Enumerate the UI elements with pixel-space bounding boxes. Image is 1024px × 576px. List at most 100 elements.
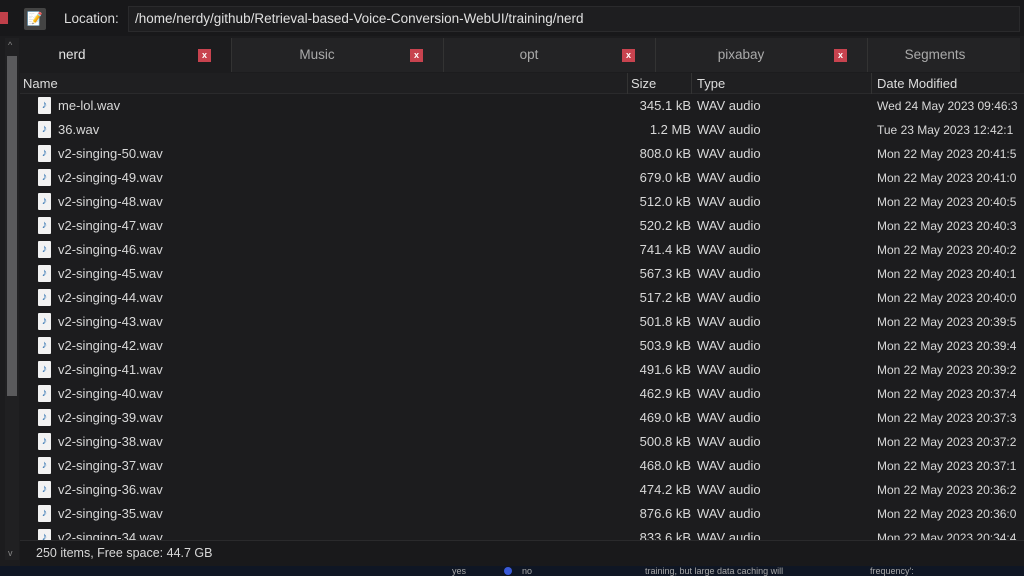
file-row[interactable]: ♪ v2-singing-37.wav 468.0 kB WAV audio M… bbox=[20, 454, 1024, 478]
audio-file-icon: ♪ bbox=[38, 481, 51, 498]
audio-file-icon: ♪ bbox=[38, 217, 51, 234]
file-row[interactable]: ♪ v2-singing-48.wav 512.0 kB WAV audio M… bbox=[20, 190, 1024, 214]
close-tab-icon[interactable]: x bbox=[622, 49, 635, 62]
file-row[interactable]: ♪ v2-singing-45.wav 567.3 kB WAV audio M… bbox=[20, 262, 1024, 286]
file-row[interactable]: ♪ v2-singing-42.wav 503.9 kB WAV audio M… bbox=[20, 334, 1024, 358]
file-name: v2-singing-38.wav bbox=[58, 434, 163, 449]
file-row[interactable]: ♪ v2-singing-41.wav 491.6 kB WAV audio M… bbox=[20, 358, 1024, 382]
column-divider[interactable] bbox=[691, 73, 692, 94]
file-type: WAV audio bbox=[697, 506, 761, 521]
close-tab-icon[interactable]: x bbox=[198, 49, 211, 62]
file-type: WAV audio bbox=[697, 482, 761, 497]
close-tab-icon[interactable]: x bbox=[834, 49, 847, 62]
radio-icon bbox=[504, 567, 512, 575]
audio-file-icon: ♪ bbox=[38, 289, 51, 306]
scrollbar-thumb[interactable] bbox=[7, 56, 17, 396]
audio-file-icon: ♪ bbox=[38, 169, 51, 186]
file-row[interactable]: ♪ v2-singing-39.wav 469.0 kB WAV audio M… bbox=[20, 406, 1024, 430]
file-type: WAV audio bbox=[697, 122, 761, 137]
file-date: Mon 22 May 2023 20:40:1 bbox=[877, 267, 1017, 281]
file-size: 876.6 kB bbox=[639, 506, 691, 521]
file-type: WAV audio bbox=[697, 290, 761, 305]
file-size: 567.3 kB bbox=[639, 266, 691, 281]
file-type: WAV audio bbox=[697, 266, 761, 281]
close-icon[interactable] bbox=[0, 12, 8, 24]
file-date: Mon 22 May 2023 20:37:3 bbox=[877, 411, 1017, 425]
audio-file-icon: ♪ bbox=[38, 313, 51, 330]
column-header-name[interactable]: Name bbox=[23, 76, 58, 91]
file-name: v2-singing-44.wav bbox=[58, 290, 163, 305]
audio-file-icon: ♪ bbox=[38, 505, 51, 522]
file-row[interactable]: ♪ v2-singing-44.wav 517.2 kB WAV audio M… bbox=[20, 286, 1024, 310]
tab-label: opt bbox=[519, 47, 539, 62]
file-row[interactable]: ♪ v2-singing-36.wav 474.2 kB WAV audio M… bbox=[20, 478, 1024, 502]
tab-music[interactable]: Music x bbox=[232, 38, 444, 72]
file-date: Mon 22 May 2023 20:37:1 bbox=[877, 459, 1017, 473]
file-row[interactable]: ♪ 36.wav 1.2 MB WAV audio Tue 23 May 202… bbox=[20, 118, 1024, 142]
tab-label: pixabay bbox=[717, 47, 765, 62]
location-label: Location: bbox=[64, 11, 119, 26]
scroll-down-icon[interactable]: v bbox=[8, 548, 13, 558]
tab-nerd[interactable]: nerd x bbox=[20, 38, 232, 72]
background-text: no bbox=[522, 566, 533, 576]
audio-file-icon: ♪ bbox=[38, 361, 51, 378]
file-row[interactable]: ♪ me-lol.wav 345.1 kB WAV audio Wed 24 M… bbox=[20, 94, 1024, 118]
audio-file-icon: ♪ bbox=[38, 385, 51, 402]
file-size: 512.0 kB bbox=[639, 194, 691, 209]
file-name: v2-singing-48.wav bbox=[58, 194, 163, 209]
tab-pixabay[interactable]: pixabay x bbox=[656, 38, 868, 72]
file-type: WAV audio bbox=[697, 386, 761, 401]
column-divider[interactable] bbox=[627, 73, 628, 94]
file-row[interactable]: ♪ v2-singing-35.wav 876.6 kB WAV audio M… bbox=[20, 502, 1024, 526]
file-size: 462.9 kB bbox=[639, 386, 691, 401]
audio-file-icon: ♪ bbox=[38, 97, 51, 114]
audio-file-icon: ♪ bbox=[38, 193, 51, 210]
file-name: v2-singing-49.wav bbox=[58, 170, 163, 185]
file-name: v2-singing-36.wav bbox=[58, 482, 163, 497]
file-name: v2-singing-46.wav bbox=[58, 242, 163, 257]
file-size: 491.6 kB bbox=[639, 362, 691, 377]
close-tab-icon[interactable]: x bbox=[410, 49, 423, 62]
column-divider[interactable] bbox=[871, 73, 872, 94]
status-bar: 250 items, Free space: 44.7 GB bbox=[20, 540, 1024, 566]
file-date: Mon 22 May 2023 20:40:5 bbox=[877, 195, 1017, 209]
file-row[interactable]: ♪ v2-singing-47.wav 520.2 kB WAV audio M… bbox=[20, 214, 1024, 238]
tab-label: Music bbox=[299, 47, 335, 62]
file-type: WAV audio bbox=[697, 434, 761, 449]
column-header-type[interactable]: Type bbox=[697, 76, 725, 91]
file-name: v2-singing-47.wav bbox=[58, 218, 163, 233]
edit-location-button[interactable]: 📝 bbox=[24, 8, 46, 30]
file-name: v2-singing-39.wav bbox=[58, 410, 163, 425]
file-type: WAV audio bbox=[697, 314, 761, 329]
file-row[interactable]: ♪ v2-singing-38.wav 500.8 kB WAV audio M… bbox=[20, 430, 1024, 454]
file-row[interactable]: ♪ v2-singing-43.wav 501.8 kB WAV audio M… bbox=[20, 310, 1024, 334]
file-date: Mon 22 May 2023 20:40:0 bbox=[877, 291, 1017, 305]
file-date: Mon 22 May 2023 20:36:2 bbox=[877, 483, 1017, 497]
file-row[interactable]: ♪ v2-singing-46.wav 741.4 kB WAV audio M… bbox=[20, 238, 1024, 262]
scrollbar[interactable]: ^ v bbox=[5, 38, 19, 560]
file-date: Mon 22 May 2023 20:41:5 bbox=[877, 147, 1017, 161]
file-size: 741.4 kB bbox=[639, 242, 691, 257]
column-header-size[interactable]: Size bbox=[631, 76, 656, 91]
file-date: Tue 23 May 2023 12:42:1 bbox=[877, 123, 1014, 137]
file-size: 808.0 kB bbox=[639, 146, 691, 161]
file-name: 36.wav bbox=[58, 122, 100, 137]
file-size: 501.8 kB bbox=[639, 314, 691, 329]
tab-segments[interactable]: Segments bbox=[868, 38, 1020, 72]
file-type: WAV audio bbox=[697, 338, 761, 353]
file-row[interactable]: ♪ v2-singing-49.wav 679.0 kB WAV audio M… bbox=[20, 166, 1024, 190]
tab-opt[interactable]: opt x bbox=[444, 38, 656, 72]
audio-file-icon: ♪ bbox=[38, 433, 51, 450]
file-name: v2-singing-41.wav bbox=[58, 362, 163, 377]
status-text: 250 items, Free space: 44.7 GB bbox=[36, 546, 213, 560]
scroll-up-icon[interactable]: ^ bbox=[8, 40, 12, 50]
file-row[interactable]: ♪ v2-singing-50.wav 808.0 kB WAV audio M… bbox=[20, 142, 1024, 166]
file-size: 520.2 kB bbox=[639, 218, 691, 233]
file-size: 1.2 MB bbox=[649, 122, 691, 137]
file-name: v2-singing-43.wav bbox=[58, 314, 163, 329]
file-row[interactable]: ♪ v2-singing-40.wav 462.9 kB WAV audio M… bbox=[20, 382, 1024, 406]
tab-label: nerd bbox=[58, 47, 86, 62]
file-size: 503.9 kB bbox=[639, 338, 691, 353]
location-input[interactable]: /home/nerdy/github/Retrieval-based-Voice… bbox=[128, 6, 1020, 32]
column-header-date[interactable]: Date Modified bbox=[877, 76, 957, 91]
